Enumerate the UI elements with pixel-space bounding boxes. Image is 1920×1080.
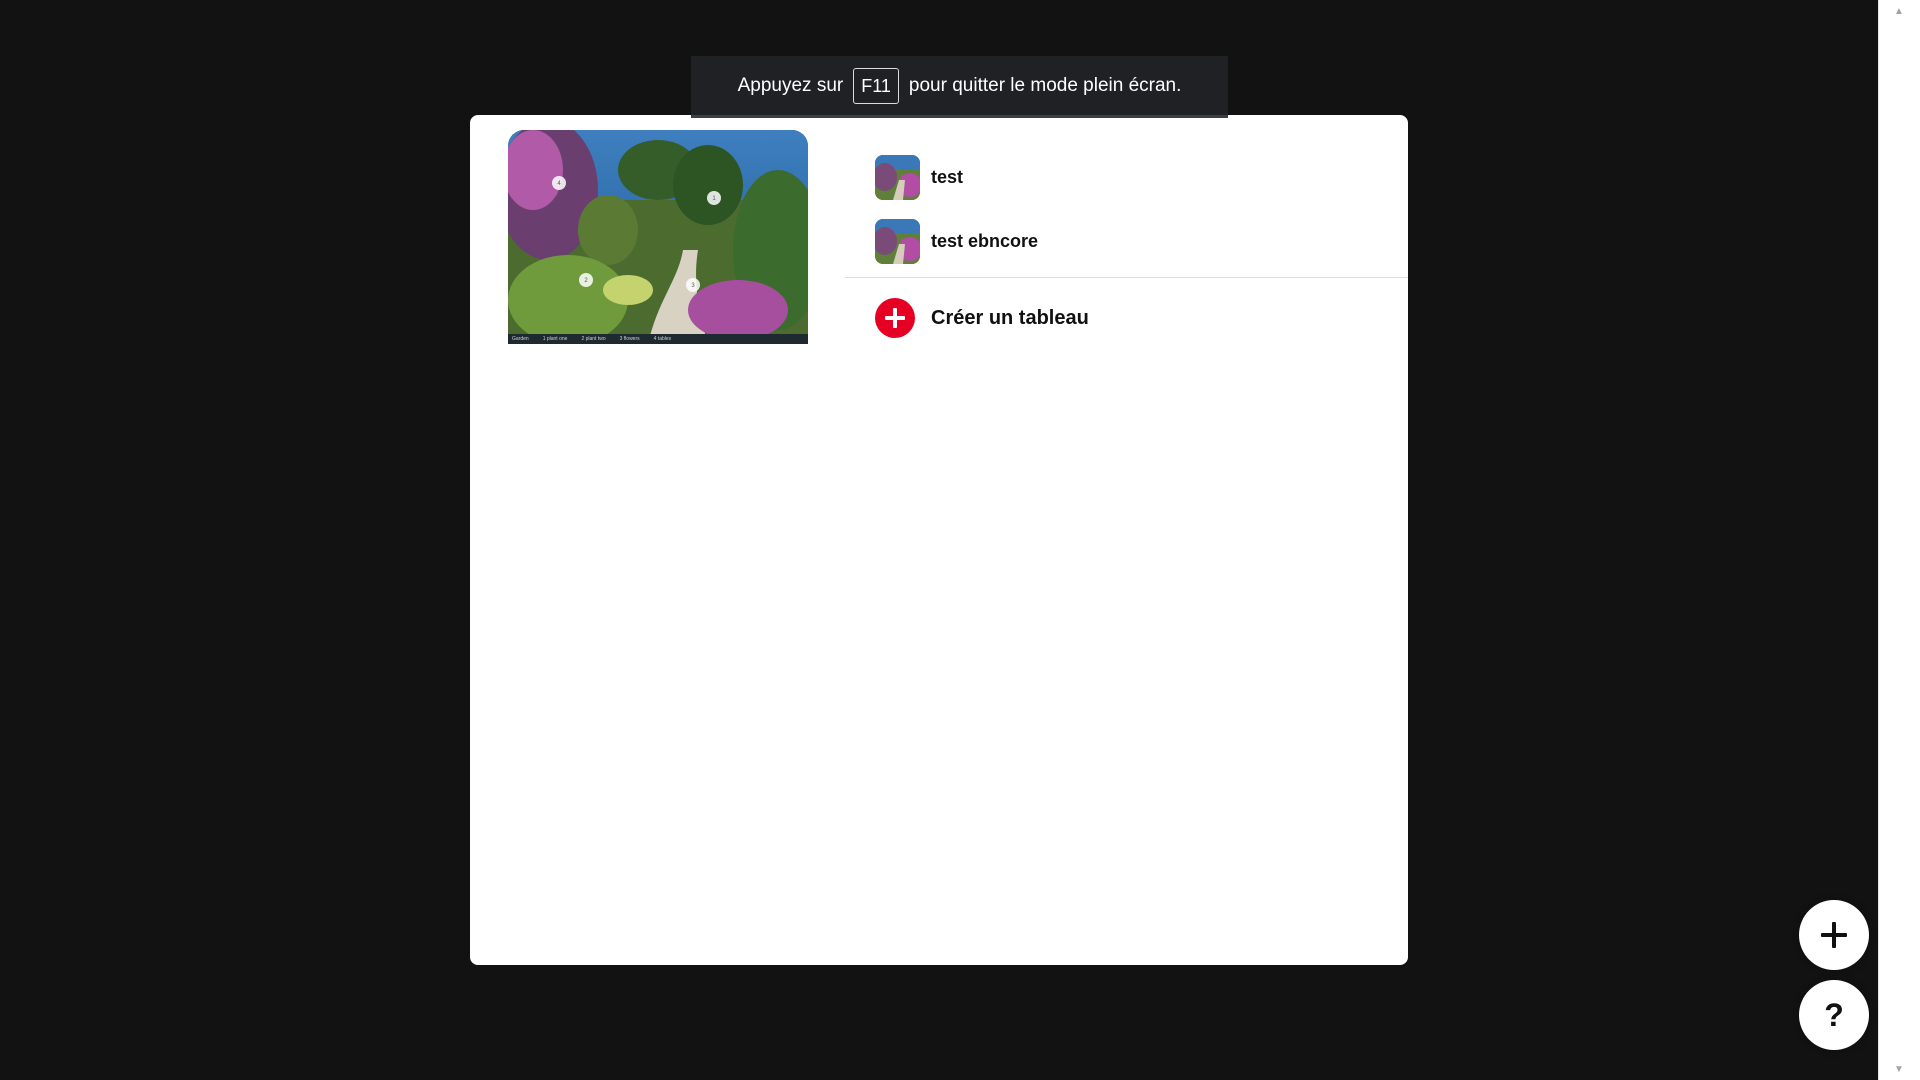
create-board-label: Créer un tableau: [931, 306, 1089, 329]
add-button[interactable]: [1799, 900, 1869, 970]
pin-image: 4 1 2 3 Garden 1 plant one 2 plant two 3…: [508, 130, 808, 344]
plus-icon: [875, 298, 915, 338]
fullscreen-notice-prefix: Appuyez sur: [737, 74, 844, 96]
footer-label: Garden: [512, 336, 529, 342]
scrollbar[interactable]: ▲ ▼: [1878, 0, 1920, 1080]
footer-label: 4 tables: [653, 336, 672, 342]
board-thumbnail: [875, 154, 920, 200]
garden-picture: 4 1 2 3: [508, 130, 808, 344]
scroll-up-icon[interactable]: ▲: [1891, 4, 1907, 18]
plus-icon: [1821, 922, 1847, 948]
help-label: ?: [1824, 996, 1844, 1033]
board-name: test ebncore: [931, 230, 1039, 251]
board-thumbnail: [875, 218, 920, 264]
board-list: test test ebncore Créer un tableau: [845, 145, 1408, 358]
board-item-test-ebncore[interactable]: test ebncore: [845, 209, 1408, 273]
fullscreen-exit-notice: Appuyez sur F11 pour quitter le mode ple…: [691, 56, 1228, 118]
footer-label: 3 flowers: [619, 336, 640, 342]
footer-label: 1 plant one: [542, 336, 568, 342]
save-to-board-modal: 4 1 2 3 Garden 1 plant one 2 plant two 3…: [470, 115, 1408, 965]
f11-key: F11: [853, 67, 899, 104]
footer-label: 2 plant two: [581, 336, 606, 342]
scroll-down-icon[interactable]: ▼: [1891, 1062, 1907, 1076]
fullscreen-notice-suffix: pour quitter le mode plein écran.: [908, 74, 1182, 96]
pin-footer-bar: Garden 1 plant one 2 plant two 3 flowers…: [508, 334, 808, 344]
board-item-test[interactable]: test: [845, 145, 1408, 209]
help-button[interactable]: ?: [1799, 980, 1869, 1050]
create-board-button[interactable]: Créer un tableau: [845, 278, 1408, 358]
board-name: test: [931, 166, 964, 187]
